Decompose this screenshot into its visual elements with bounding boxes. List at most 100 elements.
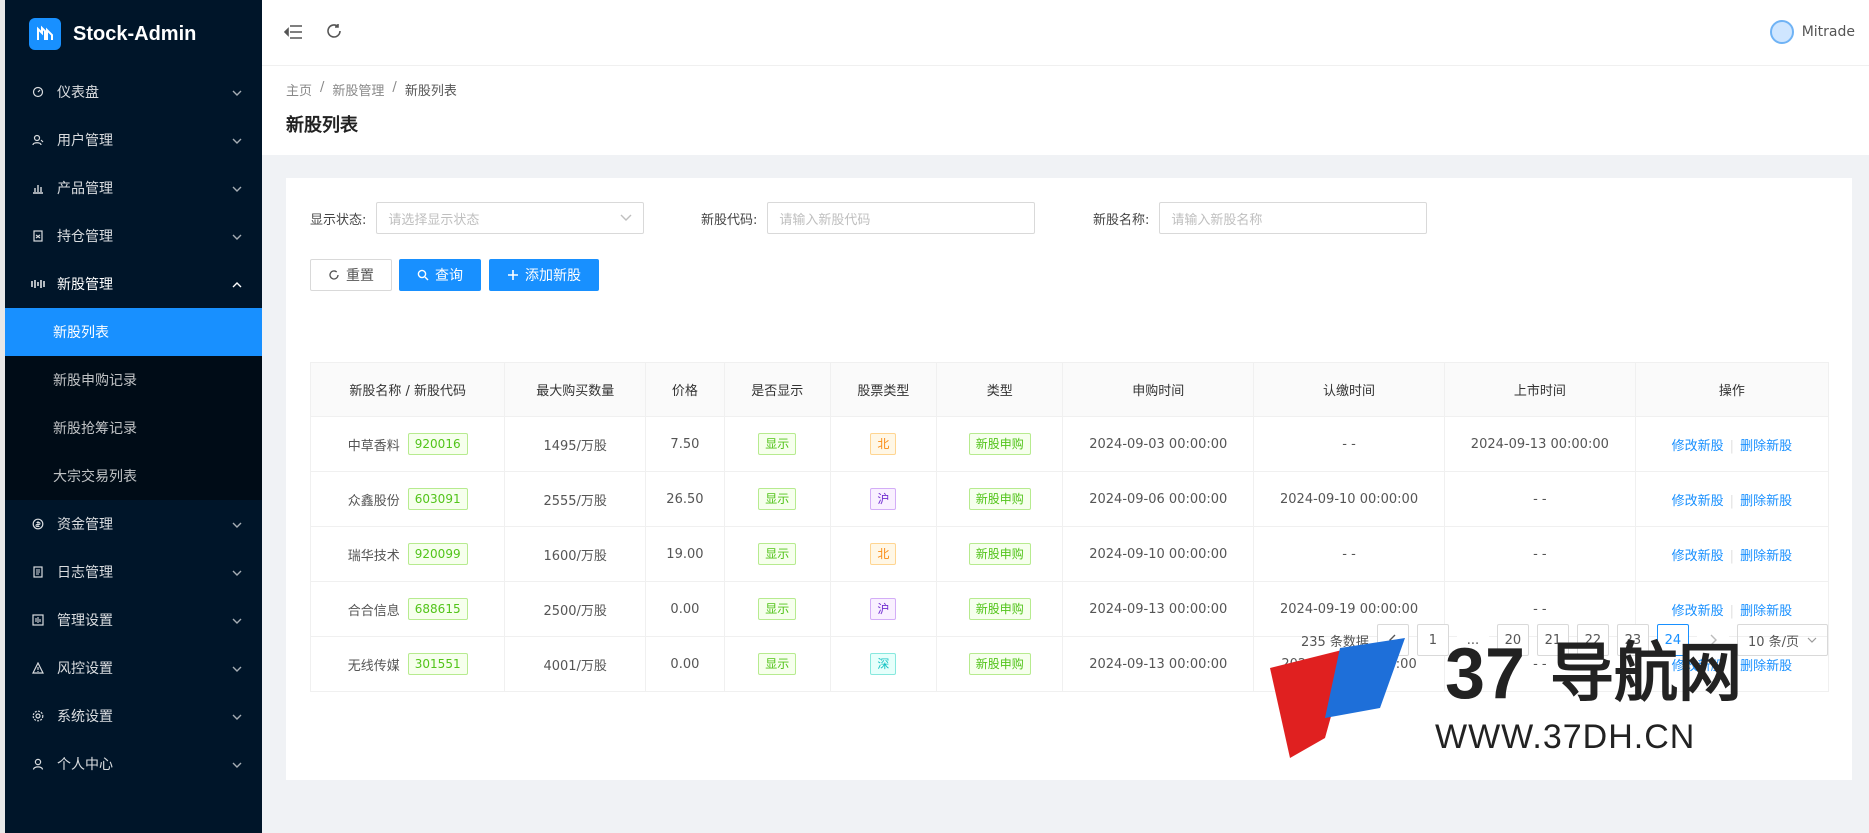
prev-page-button[interactable]	[1376, 624, 1409, 656]
sidebar-item-label: 风控设置	[57, 661, 113, 677]
action-divider: |	[1729, 438, 1735, 454]
page-button[interactable]: 20	[1496, 624, 1529, 656]
stock-name: 无线传媒	[347, 658, 400, 674]
price: 7.50	[670, 436, 700, 452]
page-ellipsis[interactable]: ...	[1456, 624, 1489, 656]
delete-ipo-link[interactable]: 删除新股	[1740, 604, 1792, 619]
reset-button[interactable]: 重置	[310, 259, 392, 291]
logo-icon	[29, 18, 61, 50]
price: 19.00	[666, 546, 704, 562]
delete-ipo-link[interactable]: 删除新股	[1740, 659, 1792, 674]
warning-icon	[29, 662, 47, 674]
edit-ipo-link[interactable]: 修改新股	[1672, 439, 1724, 454]
market-tag: 北	[870, 543, 897, 565]
cell-listing-time: - -	[1443, 526, 1636, 582]
profile-icon	[29, 758, 47, 770]
chevron-down-icon	[232, 756, 242, 772]
pagination: 235 条数据 1... 20 21 22 23 24 10 条/页	[1301, 624, 1828, 656]
sidebar-item[interactable]: 管理设置	[5, 596, 262, 644]
delete-ipo-link[interactable]: 删除新股	[1740, 549, 1792, 564]
chevron-down-icon	[1807, 637, 1817, 643]
delete-ipo-link[interactable]: 删除新股	[1740, 494, 1792, 509]
top-header: Mitrade	[262, 0, 1869, 66]
sidebar-item[interactable]: 产品管理	[5, 164, 262, 212]
breadcrumb-home[interactable]: 主页	[286, 80, 312, 99]
page-button[interactable]: 22	[1576, 624, 1609, 656]
cell-name-code: 众鑫股份 603091	[309, 471, 506, 527]
table-row: 中草香料 920016 1495/万股 7.50 显示 北 新股申购 2024-09-03 0…	[309, 416, 1830, 472]
edit-ipo-link[interactable]: 修改新股	[1672, 494, 1724, 509]
sidebar-item[interactable]: 资金管理	[5, 500, 262, 548]
sidebar: Stock-Admin 仪表盘 用户管理产品管理持仓管理新股管理新股列表 新股申购记…	[0, 0, 262, 833]
cell-max-quantity: 2500/万股	[504, 581, 647, 637]
cell-listing-time: - -	[1443, 471, 1636, 527]
sidebar-item[interactable]: 仪表盘	[5, 68, 262, 116]
chevron-down-icon	[232, 612, 242, 628]
price: 0.00	[670, 656, 700, 672]
code-input[interactable]: 请输入新股代码	[767, 202, 1036, 234]
payment-time: 2024-09-19 00:00:00	[1280, 601, 1419, 617]
submenu-item[interactable]: 新股申购记录	[5, 356, 262, 404]
action-divider: |	[1729, 548, 1735, 564]
plus-icon	[508, 270, 518, 280]
query-button[interactable]: 查询	[399, 259, 481, 291]
submenu-item[interactable]: 大宗交易列表	[5, 452, 262, 500]
sidebar-item-label: 产品管理	[57, 181, 113, 197]
breadcrumb-separator: /	[392, 80, 397, 95]
cell-subscribe-time: 2024-09-13 00:00:00	[1062, 581, 1255, 637]
collapse-menu-icon[interactable]	[282, 20, 306, 44]
delete-ipo-link[interactable]: 删除新股	[1740, 439, 1792, 454]
chevron-down-icon	[232, 132, 242, 148]
type-tag: 新股申购	[968, 543, 1031, 565]
user-menu[interactable]: Mitrade	[1769, 20, 1855, 44]
column-header: 认缴时间	[1253, 362, 1445, 417]
cell-price: 19.00	[645, 526, 725, 582]
type-tag: 新股申购	[968, 433, 1031, 455]
pagination-total: 235 条数据	[1300, 634, 1369, 650]
sidebar-item[interactable]: 持仓管理	[5, 212, 262, 260]
sidebar-item-label: 系统设置	[57, 709, 113, 725]
sidebar-item[interactable]: 个人中心	[5, 740, 262, 788]
sidebar-item[interactable]: 系统设置	[5, 692, 262, 740]
submenu-item[interactable]: 新股抢筹记录	[5, 404, 262, 452]
market-tag: 沪	[870, 598, 897, 620]
add-ipo-button[interactable]: 添加新股	[489, 259, 599, 291]
sidebar-item[interactable]: 日志管理	[5, 548, 262, 596]
market-tag: 北	[870, 433, 897, 455]
logo[interactable]: Stock-Admin	[5, 0, 262, 68]
chevron-up-icon	[232, 276, 242, 292]
edit-ipo-link[interactable]: 修改新股	[1672, 549, 1724, 564]
cell-market: 沪	[829, 471, 938, 527]
cell-price: 7.50	[645, 416, 725, 472]
sidebar-item[interactable]: 风控设置	[5, 644, 262, 692]
breadcrumb-parent[interactable]: 新股管理	[332, 80, 384, 99]
edit-ipo-link[interactable]: 修改新股	[1672, 604, 1724, 619]
sidebar-item[interactable]: 新股管理	[5, 260, 262, 308]
payment-time: 2024-09-10 00:00:00	[1280, 491, 1419, 507]
sidebar-item-label: 新股管理	[57, 277, 113, 293]
edit-ipo-link[interactable]: 修改新股	[1672, 659, 1724, 674]
page-button[interactable]: 23	[1616, 624, 1649, 656]
action-divider: |	[1729, 658, 1735, 674]
page-button[interactable]: 24	[1656, 624, 1689, 656]
page-button[interactable]: 21	[1536, 624, 1569, 656]
code-input-placeholder: 请输入新股代码	[779, 212, 871, 228]
page-button[interactable]: 1	[1416, 624, 1449, 656]
market-tag: 深	[870, 653, 897, 675]
sidebar-item[interactable]: 用户管理	[5, 116, 262, 164]
stock-name: 合合信息	[347, 603, 400, 619]
position-icon	[29, 230, 47, 242]
page-size-select[interactable]: 10 条/页	[1736, 624, 1828, 656]
cell-display: 显示	[723, 581, 831, 637]
chevron-down-icon	[232, 84, 242, 100]
column-header: 上市时间	[1443, 362, 1636, 417]
market-tag: 沪	[870, 488, 897, 510]
column-header: 最大购买数量	[504, 362, 647, 417]
name-input[interactable]: 请输入新股名称	[1159, 202, 1428, 234]
refresh-icon[interactable]	[322, 20, 346, 44]
stock-code-tag: 920099	[407, 543, 468, 565]
next-page-button[interactable]	[1696, 624, 1729, 656]
money-icon	[29, 518, 47, 530]
submenu-item[interactable]: 新股列表	[5, 308, 262, 356]
status-select[interactable]: 请选择显示状态	[376, 202, 645, 234]
